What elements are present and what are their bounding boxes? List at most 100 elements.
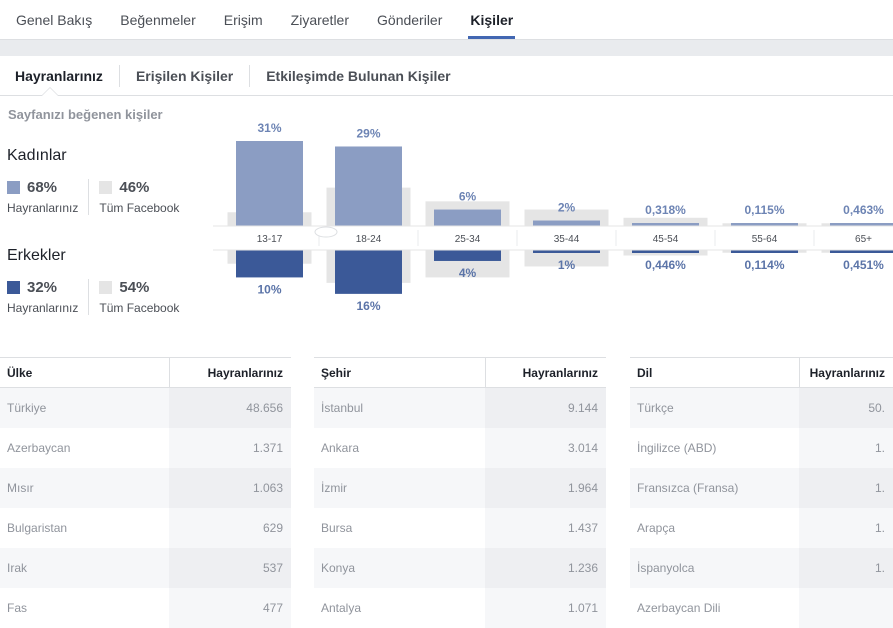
subtab-1[interactable]: Erişilen Kişiler: [120, 65, 250, 87]
column-header-name[interactable]: Dil: [630, 358, 799, 387]
tab-3[interactable]: Ziyaretler: [291, 0, 349, 39]
row-name: Mısır: [0, 468, 169, 508]
sub-navigation: HayranlarınızErişilen KişilerEtkileşimde…: [0, 56, 893, 96]
column-header-name[interactable]: Ülke: [0, 358, 169, 387]
row-value: 1.063: [169, 468, 291, 508]
tab-1[interactable]: Beğenmeler: [120, 0, 196, 39]
row-name: İngilizce (ABD): [630, 428, 799, 468]
row-name: Arapça: [630, 508, 799, 548]
age-category-label: 45-54: [653, 234, 679, 245]
women-stats: Kadınlar 68% Hayranlarınız 46% Tüm Faceb…: [7, 147, 189, 215]
row-value: 1.: [799, 468, 893, 508]
women-bar: [236, 141, 303, 226]
age-category-label: 25-34: [455, 234, 481, 245]
men-value-label: 0,114%: [744, 258, 784, 272]
men-facebook-label: Tüm Facebook: [99, 301, 179, 315]
women-facebook-pct: 46%: [119, 179, 149, 196]
table-row: Antalya1.071: [314, 588, 606, 628]
men-value-label: 10%: [257, 282, 281, 296]
row-value: 9.144: [485, 388, 606, 428]
row-name: İstanbul: [314, 388, 485, 428]
top-list-table: ÜlkeHayranlarınızTürkiye48.656Azerbaycan…: [0, 357, 291, 628]
top-list-table: DilHayranlarınızTürkçe50.İngilizce (ABD)…: [630, 357, 893, 628]
separator-strip: [0, 40, 893, 56]
table-row: Bulgaristan629: [0, 508, 291, 548]
women-value-label: 0,463%: [843, 203, 884, 217]
row-value: 48.656: [169, 388, 291, 428]
table-header: ÜlkeHayranlarınız: [0, 358, 291, 388]
women-value-label: 0,115%: [744, 203, 784, 217]
women-bar: [533, 221, 600, 226]
row-name: İspanyolca: [630, 548, 799, 588]
row-value: 1.236: [485, 548, 606, 588]
age-gender-chart: 31%10%29%16%6%4%2%1%0,318%0,446%0,115%0,…: [0, 96, 893, 356]
table-row: İngilizce (ABD)1.: [630, 428, 893, 468]
table-row: Ankara3.014: [314, 428, 606, 468]
row-name: Türkçe: [630, 388, 799, 428]
row-value: 1.: [799, 508, 893, 548]
row-value: 1.071: [485, 588, 606, 628]
row-name: Ankara: [314, 428, 485, 468]
table-header: ŞehirHayranlarınız: [314, 358, 606, 388]
column-header-fans[interactable]: Hayranlarınız: [799, 358, 893, 387]
column-header-fans[interactable]: Hayranlarınız: [485, 358, 606, 387]
demographics-panel: 31%10%29%16%6%4%2%1%0,318%0,446%0,115%0,…: [0, 96, 893, 356]
table-row: İzmir1.964: [314, 468, 606, 508]
women-fans-stat: 68% Hayranlarınız: [7, 179, 88, 215]
table-row: Mısır1.063: [0, 468, 291, 508]
table-row: Arapça1.: [630, 508, 893, 548]
women-value-label: 29%: [356, 126, 380, 140]
row-value: 1.: [799, 548, 893, 588]
row-value: 1.964: [485, 468, 606, 508]
top-lists: ÜlkeHayranlarınızTürkiye48.656Azerbaycan…: [0, 357, 893, 628]
row-value: 629: [169, 508, 291, 548]
age-category-label: 35-44: [554, 234, 580, 245]
tab-4[interactable]: Gönderiler: [377, 0, 442, 39]
women-fans-label: Hayranlarınız: [7, 201, 78, 215]
men-color-swatch: [7, 281, 20, 294]
row-value: 477: [169, 588, 291, 628]
table-row: Türkiye48.656: [0, 388, 291, 428]
men-facebook-stat: 54% Tüm Facebook: [88, 279, 189, 315]
row-value: 1.: [799, 428, 893, 468]
men-fans-stat: 32% Hayranlarınız: [7, 279, 88, 315]
table-row: Fransızca (Fransa)1.: [630, 468, 893, 508]
row-name: Irak: [0, 548, 169, 588]
facebook-color-swatch: [99, 281, 112, 294]
men-bar: [236, 250, 303, 277]
row-name: Azerbaycan Dili: [630, 588, 799, 628]
men-fans-label: Hayranlarınız: [7, 301, 78, 315]
row-name: İzmir: [314, 468, 485, 508]
table-row: Konya1.236: [314, 548, 606, 588]
tab-0[interactable]: Genel Bakış: [16, 0, 92, 39]
tab-2[interactable]: Erişim: [224, 0, 263, 39]
table-row: İstanbul9.144: [314, 388, 606, 428]
women-facebook-stat: 46% Tüm Facebook: [88, 179, 189, 215]
subtab-2[interactable]: Etkileşimde Bulunan Kişiler: [250, 65, 466, 87]
row-name: Bulgaristan: [0, 508, 169, 548]
age-category-label: 55-64: [752, 234, 778, 245]
women-color-swatch: [7, 181, 20, 194]
active-caret: [42, 88, 58, 96]
tab-5[interactable]: Kişiler: [470, 0, 513, 39]
men-title: Erkekler: [7, 247, 189, 265]
men-value-label: 0,451%: [843, 258, 884, 272]
age-category-label: 65+: [855, 234, 872, 245]
demographics-title: Sayfanızı beğenen kişiler: [8, 107, 163, 122]
column-header-name[interactable]: Şehir: [314, 358, 485, 387]
table-row: Bursa1.437: [314, 508, 606, 548]
row-name: Azerbaycan: [0, 428, 169, 468]
men-value-label: 1%: [558, 258, 576, 272]
women-value-label: 31%: [257, 121, 281, 135]
row-name: Fransızca (Fransa): [630, 468, 799, 508]
men-fans-pct: 32%: [27, 279, 57, 296]
row-value: 3.014: [485, 428, 606, 468]
top-navigation: Genel Bakış Beğenmeler Erişim Ziyaretler Gön…: [0, 0, 893, 40]
women-facebook-label: Tüm Facebook: [99, 201, 179, 215]
women-bar: [434, 210, 501, 226]
women-value-label: 2%: [558, 201, 576, 215]
subtab-0[interactable]: Hayranlarınız: [0, 65, 120, 87]
row-value: 537: [169, 548, 291, 588]
column-header-fans[interactable]: Hayranlarınız: [169, 358, 291, 387]
age-category-label: 13-17: [257, 234, 283, 245]
